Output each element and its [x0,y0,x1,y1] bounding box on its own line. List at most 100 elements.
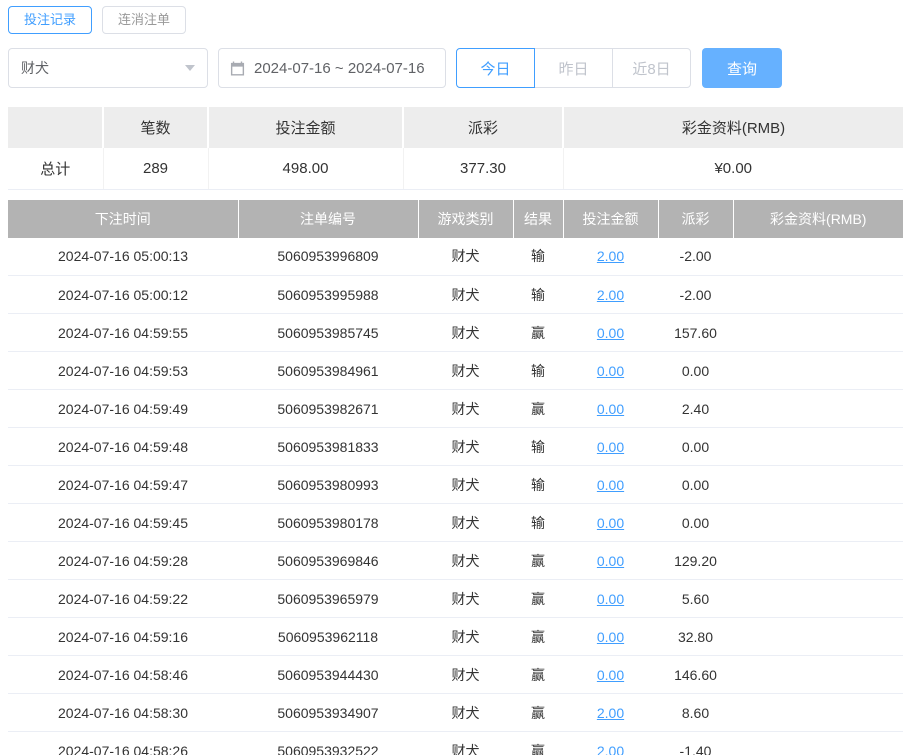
game-select[interactable]: 财犬 [8,48,208,88]
bet-amount-cell: 2.00 [563,731,658,755]
record-tabs: 投注记录 连消注单 [8,6,903,34]
bonus-cell [733,237,903,276]
date-range-value: 2024-07-16 ~ 2024-07-16 [254,59,425,77]
bet-time-cell: 2024-07-16 04:59:45 [8,503,238,542]
bet-time-cell: 2024-07-16 04:59:55 [8,313,238,352]
bet-amount-cell: 0.00 [563,541,658,580]
order-id-cell: 5060953982671 [238,389,418,428]
summary-header-bonus: 彩金资料(RMB) [563,107,903,148]
bonus-cell [733,313,903,352]
table-row: 2024-07-16 04:59:28 5060953969846 财犬 赢 0… [8,541,903,580]
bet-time-cell: 2024-07-16 04:59:47 [8,465,238,504]
bet-amount-link[interactable]: 2.00 [597,743,624,755]
table-row: 2024-07-16 04:59:53 5060953984961 财犬 输 0… [8,351,903,390]
today-button[interactable]: 今日 [456,48,535,88]
summary-payout-value: 377.30 [403,148,564,190]
bet-table-body: 2024-07-16 05:00:13 5060953996809 财犬 输 2… [8,237,903,755]
order-id-cell: 5060953932522 [238,731,418,755]
summary-bonus-value: ¥0.00 [563,148,903,190]
bonus-cell [733,731,903,755]
search-button[interactable]: 查询 [702,48,782,88]
bonus-cell [733,541,903,580]
payout-cell: 32.80 [658,617,733,656]
payout-cell: 2.40 [658,389,733,428]
table-row: 2024-07-16 04:59:16 5060953962118 财犬 赢 0… [8,617,903,656]
bet-amount-link[interactable]: 0.00 [597,515,624,531]
table-row: 2024-07-16 04:58:46 5060953944430 财犬 赢 0… [8,655,903,694]
bet-time-cell: 2024-07-16 04:58:26 [8,731,238,755]
table-row: 2024-07-16 05:00:13 5060953996809 财犬 输 2… [8,237,903,276]
table-row: 2024-07-16 04:58:30 5060953934907 财犬 赢 2… [8,693,903,732]
bet-amount-link[interactable]: 0.00 [597,477,624,493]
summary-header-count: 笔数 [103,107,209,148]
game-type-cell: 财犬 [418,427,513,466]
bet-amount-cell: 2.00 [563,693,658,732]
summary-bet-amount-value: 498.00 [208,148,404,190]
summary-total-row: 总计 289 498.00 377.30 ¥0.00 [8,148,903,190]
header-game-type: 游戏类别 [418,199,514,238]
bet-amount-link[interactable]: 0.00 [597,591,624,607]
order-id-cell: 5060953996809 [238,237,418,276]
bet-amount-link[interactable]: 0.00 [597,667,624,683]
order-id-cell: 5060953965979 [238,579,418,618]
result-cell: 赢 [513,617,563,656]
payout-cell: 0.00 [658,351,733,390]
game-type-cell: 财犬 [418,275,513,314]
result-cell: 赢 [513,693,563,732]
tab-bet-records[interactable]: 投注记录 [8,6,93,34]
bet-amount-cell: 0.00 [563,655,658,694]
game-select-value: 财犬 [21,60,49,76]
bonus-cell [733,465,903,504]
order-id-cell: 5060953995988 [238,275,418,314]
bet-amount-link[interactable]: 0.00 [597,439,624,455]
calendar-icon [230,60,245,76]
header-bonus: 彩金资料(RMB) [733,199,903,238]
bet-amount-link[interactable]: 0.00 [597,363,624,379]
bet-amount-link[interactable]: 2.00 [597,287,624,303]
quick-date-group: 今日 昨日 近8日 [456,48,691,88]
bet-table-header-row: 下注时间 注单编号 游戏类别 结果 投注金额 派彩 彩金资料(RMB) [8,199,903,238]
bet-time-cell: 2024-07-16 04:59:28 [8,541,238,580]
table-row: 2024-07-16 04:59:48 5060953981833 财犬 输 0… [8,427,903,466]
result-cell: 输 [513,275,563,314]
bet-amount-link[interactable]: 0.00 [597,325,624,341]
payout-cell: 0.00 [658,503,733,542]
game-type-cell: 财犬 [418,389,513,428]
date-range-picker[interactable]: 2024-07-16 ~ 2024-07-16 [218,48,446,88]
game-type-cell: 财犬 [418,351,513,390]
bonus-cell [733,617,903,656]
last-8-days-button[interactable]: 近8日 [612,48,691,88]
bet-amount-link[interactable]: 0.00 [597,629,624,645]
header-payout: 派彩 [658,199,734,238]
bet-time-cell: 2024-07-16 04:59:22 [8,579,238,618]
payout-cell: 5.60 [658,579,733,618]
tab-cancelled-orders[interactable]: 连消注单 [102,6,187,34]
game-type-cell: 财犬 [418,655,513,694]
payout-cell: -2.00 [658,237,733,276]
table-row: 2024-07-16 04:59:47 5060953980993 财犬 输 0… [8,465,903,504]
bet-time-cell: 2024-07-16 04:59:49 [8,389,238,428]
payout-cell: 0.00 [658,465,733,504]
bet-time-cell: 2024-07-16 05:00:12 [8,275,238,314]
order-id-cell: 5060953981833 [238,427,418,466]
game-type-cell: 财犬 [418,579,513,618]
result-cell: 赢 [513,541,563,580]
bet-amount-cell: 0.00 [563,465,658,504]
summary-header-payout: 派彩 [403,107,564,148]
payout-cell: -2.00 [658,275,733,314]
bet-amount-link[interactable]: 0.00 [597,401,624,417]
bet-amount-link[interactable]: 2.00 [597,705,624,721]
result-cell: 赢 [513,655,563,694]
bonus-cell [733,579,903,618]
bet-amount-link[interactable]: 2.00 [597,248,624,264]
page: 投注记录 连消注单 财犬 2024-07-16 ~ 2024-07-16 今日 … [0,0,907,755]
order-id-cell: 5060953944430 [238,655,418,694]
bet-amount-link[interactable]: 0.00 [597,553,624,569]
game-type-cell: 财犬 [418,731,513,755]
summary-total-label: 总计 [8,148,104,190]
yesterday-button[interactable]: 昨日 [534,48,613,88]
result-cell: 输 [513,427,563,466]
game-type-cell: 财犬 [418,313,513,352]
result-cell: 输 [513,237,563,276]
bet-amount-cell: 0.00 [563,427,658,466]
